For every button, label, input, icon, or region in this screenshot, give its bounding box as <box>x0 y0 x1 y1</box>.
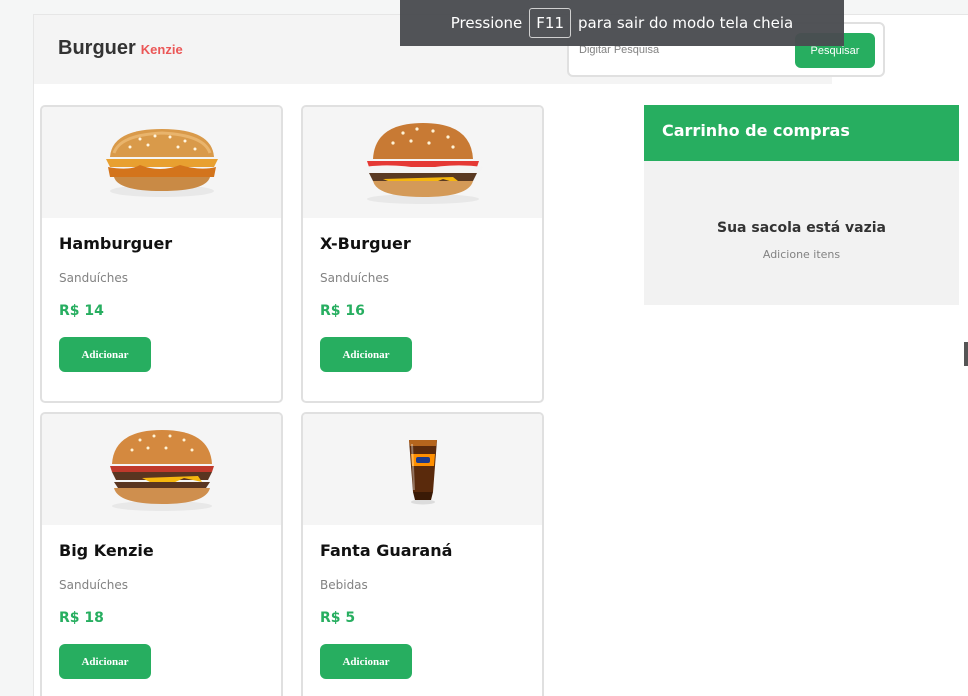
product-name: Big Kenzie <box>59 541 154 560</box>
fullscreen-key: F11 <box>529 8 571 38</box>
product-category: Sanduíches <box>320 271 389 285</box>
cart-body: Sua sacola está vazia Adicione itens <box>644 161 959 305</box>
fullscreen-notice-before: Pressione <box>450 14 523 32</box>
shopping-cart: Carrinho de compras Sua sacola está vazi… <box>644 105 959 305</box>
product-image <box>303 107 542 218</box>
add-to-cart-button[interactable]: Adicionar <box>59 337 151 372</box>
add-to-cart-button[interactable]: Adicionar <box>59 644 151 679</box>
scrollbar-handle[interactable] <box>964 342 968 366</box>
product-card-x-burguer: X-Burguer Sanduíches R$ 16 Adicionar <box>301 105 544 403</box>
fullscreen-notice-after: para sair do modo tela cheia <box>578 14 794 32</box>
logo: Burguer Kenzie <box>58 37 183 60</box>
cheeseburger-icon <box>362 122 483 204</box>
product-name: Hamburguer <box>59 234 173 253</box>
product-name: X-Burguer <box>320 234 411 253</box>
soda-glass-icon <box>408 439 437 504</box>
cart-title: Carrinho de compras <box>644 105 959 161</box>
hamburger-icon <box>105 128 218 197</box>
product-name: Fanta Guaraná <box>320 541 453 560</box>
cart-empty-subtitle: Adicione itens <box>762 248 841 261</box>
product-category: Bebidas <box>320 578 368 592</box>
add-to-cart-button[interactable]: Adicionar <box>320 644 412 679</box>
product-image <box>42 414 281 525</box>
logo-main-text: Burguer <box>58 37 136 59</box>
product-image <box>303 414 542 525</box>
product-price: R$ 14 <box>59 303 104 319</box>
product-image <box>42 107 281 218</box>
product-price: R$ 5 <box>320 610 356 626</box>
product-price: R$ 16 <box>320 303 365 319</box>
product-category: Sanduíches <box>59 271 128 285</box>
product-card-big-kenzie: Big Kenzie Sanduíches R$ 18 Adicionar <box>40 412 283 696</box>
add-to-cart-button[interactable]: Adicionar <box>320 337 412 372</box>
cart-empty-title: Sua sacola está vazia <box>717 220 886 236</box>
product-card-fanta-guarana: Fanta Guaraná Bebidas R$ 5 Adicionar <box>301 412 544 696</box>
product-price: R$ 18 <box>59 610 104 626</box>
big-burger-icon <box>109 429 214 511</box>
fullscreen-notice: Pressione F11 para sair do modo tela che… <box>400 0 844 46</box>
product-category: Sanduíches <box>59 578 128 592</box>
product-card-hamburguer: Hamburguer Sanduíches R$ 14 Adicionar <box>40 105 283 403</box>
logo-sub-text: Kenzie <box>140 42 183 57</box>
